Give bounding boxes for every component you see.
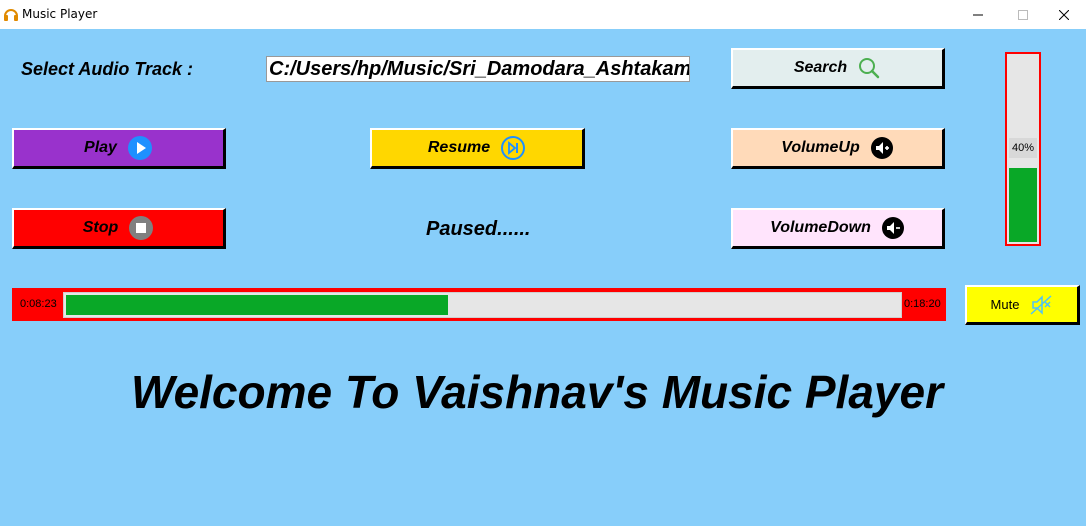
track-path-field[interactable]: C:/Users/hp/Music/Sri_Damodara_Ashtakam.… bbox=[266, 56, 690, 82]
window-title: Music Player bbox=[22, 7, 98, 21]
stop-button-label: Stop bbox=[82, 219, 119, 236]
volume-percent-label: 40% bbox=[1009, 138, 1037, 158]
playback-status: Paused...... bbox=[426, 218, 531, 240]
title-bar: Music Player bbox=[0, 0, 1086, 29]
select-track-label: Select Audio Track : bbox=[21, 59, 194, 79]
play-icon bbox=[127, 136, 152, 160]
stop-icon bbox=[129, 216, 154, 240]
volume-meter[interactable]: 40% bbox=[1005, 52, 1041, 246]
maximize-button[interactable] bbox=[1000, 0, 1046, 29]
volume-down-button[interactable]: VolumeDown bbox=[731, 208, 945, 249]
volume-down-button-label: VolumeDown bbox=[770, 219, 871, 236]
resume-button[interactable]: Resume bbox=[370, 128, 585, 169]
total-time: 0:18:20 bbox=[904, 298, 941, 310]
volume-up-button-label: VolumeUp bbox=[781, 139, 860, 156]
mute-icon bbox=[1030, 294, 1052, 315]
search-icon bbox=[859, 58, 880, 79]
volume-down-icon bbox=[881, 217, 904, 239]
volume-up-button[interactable]: VolumeUp bbox=[731, 128, 945, 169]
volume-up-icon bbox=[870, 137, 893, 159]
volume-level-fill bbox=[1009, 168, 1037, 242]
minimize-button[interactable] bbox=[955, 0, 1001, 29]
play-button[interactable]: Play bbox=[12, 128, 226, 169]
welcome-heading: Welcome To Vaishnav's Music Player bbox=[130, 366, 943, 418]
resume-icon bbox=[501, 136, 526, 160]
minimize-icon bbox=[973, 14, 983, 15]
search-button[interactable]: Search bbox=[731, 48, 945, 89]
mute-button[interactable]: Mute bbox=[965, 285, 1080, 325]
progress-fill bbox=[66, 295, 448, 315]
search-button-label: Search bbox=[793, 59, 848, 76]
maximize-icon bbox=[1018, 9, 1028, 20]
mute-button-label: Mute bbox=[990, 297, 1020, 312]
resume-button-label: Resume bbox=[427, 139, 491, 156]
progress-bar[interactable] bbox=[63, 292, 902, 318]
headphones-icon bbox=[3, 6, 19, 22]
close-button[interactable] bbox=[1041, 0, 1086, 29]
close-icon bbox=[1059, 9, 1069, 20]
stop-button[interactable]: Stop bbox=[12, 208, 226, 249]
current-time: 0:08:23 bbox=[20, 298, 57, 310]
play-button-label: Play bbox=[84, 139, 117, 156]
